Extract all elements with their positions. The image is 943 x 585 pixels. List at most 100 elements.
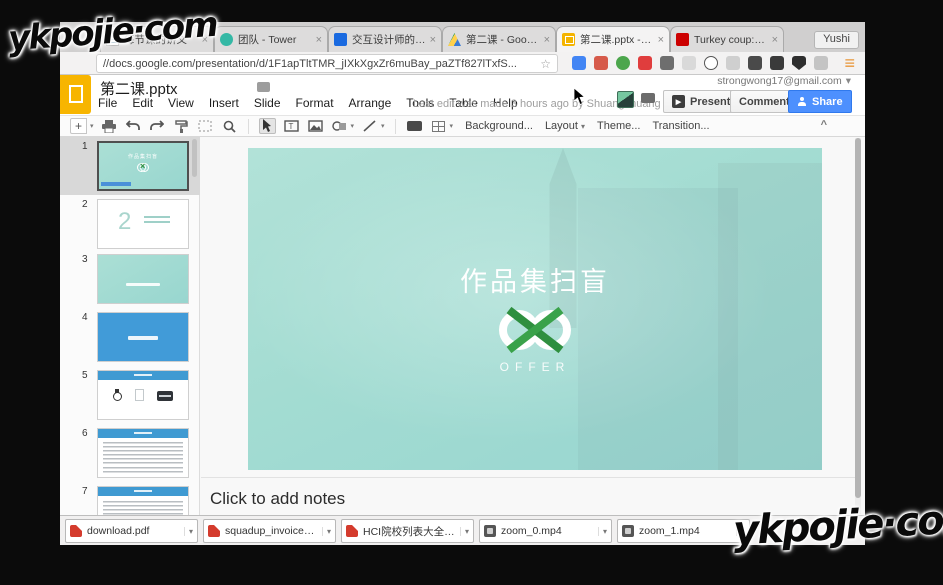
layout-button[interactable]: Layout ▾ (545, 120, 585, 132)
chevron-down-icon[interactable]: ▾ (90, 122, 94, 130)
download-item[interactable]: zoom_0.mp4 ▾ (479, 519, 612, 543)
slides-logo-icon[interactable] (60, 75, 91, 114)
url-bar[interactable]: //docs.google.com/presentation/d/1F1apTl… (96, 54, 558, 73)
slide-thumbnail-1[interactable]: 作品集扫盲 (97, 141, 189, 191)
slide-thumbnail-6[interactable] (97, 428, 189, 478)
paint-format-icon[interactable] (173, 118, 190, 134)
transition-button[interactable]: Transition... (652, 120, 709, 132)
download-item[interactable]: HCI院校列表大全.pdf ▾ (341, 519, 474, 543)
comment-box-icon[interactable] (406, 118, 423, 134)
slides-header: 第二课.pptx File Edit View Insert Slide For… (60, 75, 865, 115)
redo-icon[interactable] (149, 118, 166, 134)
browser-tab-slides-active[interactable]: 第二课.pptx - Google S × (556, 26, 670, 52)
theme-button[interactable]: Theme... (597, 120, 640, 132)
tower-favicon (220, 33, 233, 46)
close-icon[interactable]: × (544, 34, 550, 46)
slide-thumbnail-2[interactable]: 2 (97, 199, 189, 249)
new-slide-button[interactable]: + (70, 118, 87, 134)
close-icon[interactable]: × (430, 34, 436, 46)
browser-tab-drive[interactable]: 第二课 - Google Drive × (442, 26, 556, 52)
extension-icon[interactable] (594, 56, 608, 70)
chrome-menu-icon[interactable]: ≡ (844, 53, 855, 74)
slide-number: 5 (82, 370, 88, 381)
extension-icon[interactable] (792, 56, 806, 70)
editor-content: 1 作品集扫盲 2 2 3 (60, 137, 865, 515)
zoom-region-icon[interactable] (197, 118, 214, 134)
video-icon (484, 525, 496, 537)
extension-icon[interactable] (616, 56, 630, 70)
chevron-down-icon[interactable]: ▾ (450, 122, 454, 130)
bookmark-star-icon[interactable]: ☆ (540, 57, 551, 71)
thumb-text-line (128, 336, 158, 340)
collaborator-avatar[interactable] (617, 91, 634, 108)
browser-tab-cnn[interactable]: Turkey coup: Live upd × (670, 26, 784, 52)
extension-icon[interactable] (572, 56, 586, 70)
chevron-down-icon[interactable]: ▾ (381, 122, 385, 130)
browser-tab-tower[interactable]: 团队 - Tower × (214, 26, 328, 52)
extension-icon[interactable] (770, 56, 784, 70)
share-button[interactable]: Share (788, 90, 852, 113)
filmstrip-row-1[interactable]: 1 作品集扫盲 (60, 137, 200, 195)
undo-icon[interactable] (125, 118, 142, 134)
menu-arrange[interactable]: Arrange (349, 96, 392, 110)
extension-icon[interactable] (704, 56, 718, 70)
account-email[interactable]: strongwong17@gmail.com▾ (717, 75, 851, 87)
filmstrip-row-6[interactable]: 6 (60, 424, 200, 482)
chat-icon[interactable] (641, 93, 655, 103)
extension-icon[interactable] (748, 56, 762, 70)
speaker-notes-placeholder[interactable]: Click to add notes (210, 489, 345, 509)
slide-canvas[interactable]: 作品集扫盲 OFFER (248, 148, 822, 470)
download-item[interactable]: download.pdf ▾ (65, 519, 198, 543)
chevron-down-icon[interactable]: ▾ (460, 527, 469, 536)
select-cursor-icon[interactable] (259, 118, 276, 134)
filmstrip-row-4[interactable]: 4 (60, 308, 200, 366)
close-icon[interactable]: × (772, 34, 778, 46)
folder-icon[interactable] (257, 82, 270, 92)
slide-thumbnail-3[interactable] (97, 254, 189, 304)
filmstrip-row-7[interactable]: 7 (60, 482, 200, 515)
profile-button[interactable]: Yushi (814, 31, 859, 49)
extension-icon[interactable] (814, 56, 828, 70)
download-item[interactable]: squadup_invoice_2774...pdf ▾ (203, 519, 336, 543)
menu-view[interactable]: View (168, 96, 194, 110)
close-icon[interactable]: × (658, 34, 664, 46)
canvas-scrollbar[interactable] (855, 138, 861, 514)
table-grid-icon[interactable] (430, 118, 447, 134)
extension-icon[interactable] (726, 56, 740, 70)
slide-thumbnail-7[interactable] (97, 486, 189, 515)
menu-format[interactable]: Format (296, 96, 334, 110)
browser-tab-zhihu[interactable]: 交互设计师的核心价值… × (328, 26, 442, 52)
offer-caption[interactable]: OFFER (248, 360, 822, 374)
insert-image-icon[interactable] (307, 118, 324, 134)
slide-thumbnail-5[interactable] (97, 370, 189, 420)
chevron-down-icon[interactable]: ▾ (322, 527, 331, 536)
filmstrip-row-5[interactable]: 5 (60, 366, 200, 424)
extension-icon[interactable] (682, 56, 696, 70)
zoom-icon[interactable] (221, 118, 238, 134)
download-item[interactable]: zoom_1.mp4 ▾ (617, 519, 750, 543)
chevron-down-icon[interactable]: ▾ (184, 527, 193, 536)
collapse-toolbar-icon[interactable]: ^ (821, 119, 827, 131)
menu-edit[interactable]: Edit (132, 96, 153, 110)
close-icon[interactable]: × (316, 34, 322, 46)
insert-shape-icon[interactable] (331, 118, 348, 134)
menu-slide[interactable]: Slide (254, 96, 281, 110)
background-button[interactable]: Background... (465, 120, 533, 132)
print-icon[interactable] (101, 118, 118, 134)
filmstrip-scrollbar[interactable] (192, 139, 197, 177)
menu-file[interactable]: File (98, 96, 117, 110)
slide-title-text[interactable]: 作品集扫盲 (248, 260, 822, 299)
chevron-down-icon[interactable]: ▾ (598, 527, 607, 536)
insert-line-icon[interactable] (361, 118, 378, 134)
slide-thumbnail-4[interactable] (97, 312, 189, 362)
download-filename: zoom_0.mp4 (501, 525, 595, 537)
text-box-icon[interactable]: T (283, 118, 300, 134)
filmstrip-row-3[interactable]: 3 (60, 250, 200, 308)
document-icon (135, 389, 144, 401)
chevron-down-icon[interactable]: ▾ (351, 122, 355, 130)
extension-icon[interactable] (638, 56, 652, 70)
medal-icon (113, 392, 122, 401)
extension-icon[interactable] (660, 56, 674, 70)
menu-insert[interactable]: Insert (209, 96, 239, 110)
filmstrip-row-2[interactable]: 2 2 (60, 195, 200, 253)
